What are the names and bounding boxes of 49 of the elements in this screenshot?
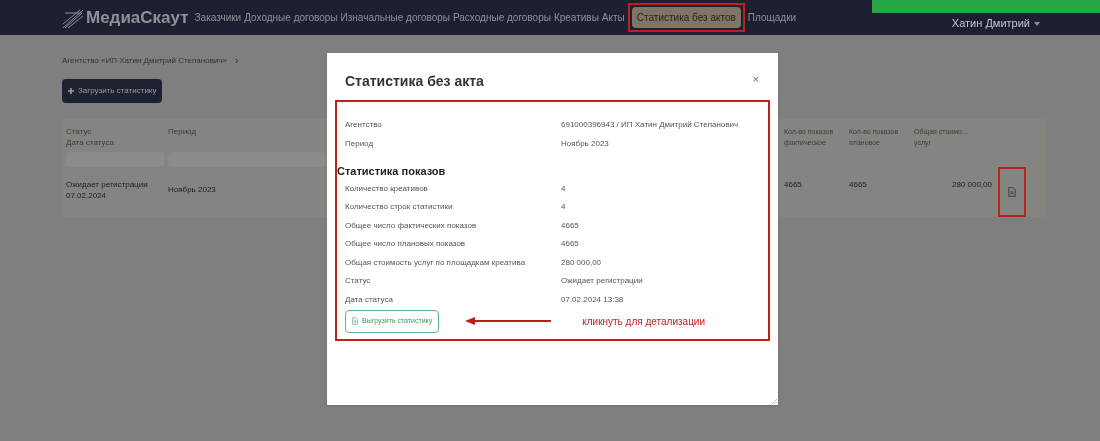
field-value: 07.02.2024 13:38	[561, 293, 624, 306]
chevron-icon: ›	[235, 53, 239, 68]
field-value: 4	[561, 182, 566, 195]
nav-link[interactable]: Изначальные договоры	[340, 10, 450, 25]
user-menu[interactable]: Хатин Дмитрий	[951, 15, 1030, 32]
field-value: 4665	[561, 238, 579, 251]
close-button[interactable]: ×	[752, 71, 759, 88]
table-cell-text: 4665	[784, 179, 803, 191]
nav-link[interactable]: Заказчики	[194, 10, 242, 25]
field-label: Общее число плановых показов	[345, 238, 467, 251]
upload-button[interactable]: Загрузить статистику	[62, 79, 163, 103]
table-cell-text: Ноябрь 2023	[168, 184, 217, 195]
field-label: Количество креативов	[345, 182, 429, 195]
column-header: Период	[168, 126, 198, 138]
modal-title: Статистика без акта	[345, 72, 484, 91]
nav-link[interactable]: Акты	[601, 10, 625, 25]
field-label: Агентство	[345, 119, 383, 132]
document-icon	[352, 317, 358, 326]
nav-link[interactable]: Креативы	[553, 10, 599, 25]
logo-text: МедиаСкаут	[86, 6, 189, 29]
field-label: Статус	[345, 275, 372, 288]
table-cell-text: 4665	[849, 179, 868, 191]
section-heading: Статистика показов	[337, 164, 447, 179]
annotation-text: кликнуть для детализации	[582, 314, 706, 329]
nav-link[interactable]: Статистика без актов	[631, 7, 741, 28]
table-cell-text: Ожидает регистрации 07.02.2024	[66, 179, 149, 201]
nav-link[interactable]: Расходные договоры	[452, 10, 551, 25]
field-label: Дата статуса	[345, 293, 394, 306]
field-value: 4665	[561, 219, 579, 232]
plus-icon	[68, 88, 74, 94]
field-value: 691000396943 / ИП Хатин Дмитрий Степанович	[561, 119, 739, 132]
nav-link[interactable]: Доходные договоры	[244, 10, 338, 25]
field-value: Ноябрь 2023	[561, 137, 609, 150]
field-label: Общая стоимость услуг по площадкам креатива	[345, 256, 527, 269]
field-value: 4	[561, 201, 566, 214]
breadcrumb-link[interactable]: Агентство «ИП Хатин Дмитрий Степанович»	[62, 54, 227, 67]
field-label: Общее число фактических показов	[345, 219, 478, 232]
field-value: Ожидает регистрации	[561, 275, 643, 288]
table-cell-text: 280 000,00	[950, 179, 992, 191]
nav-link[interactable]: Площадки	[747, 10, 797, 25]
document-icon	[1008, 187, 1016, 197]
filter-field[interactable]	[168, 152, 326, 167]
resize-grip-icon	[772, 399, 777, 404]
field-label: Период	[345, 137, 375, 150]
field-label: Количество строк статистики	[345, 201, 454, 214]
arrow-icon	[465, 317, 552, 326]
column-header: Статус Дата статуса	[66, 126, 115, 149]
field-value: 280 000,00	[561, 256, 602, 269]
caret-icon	[1034, 21, 1040, 26]
